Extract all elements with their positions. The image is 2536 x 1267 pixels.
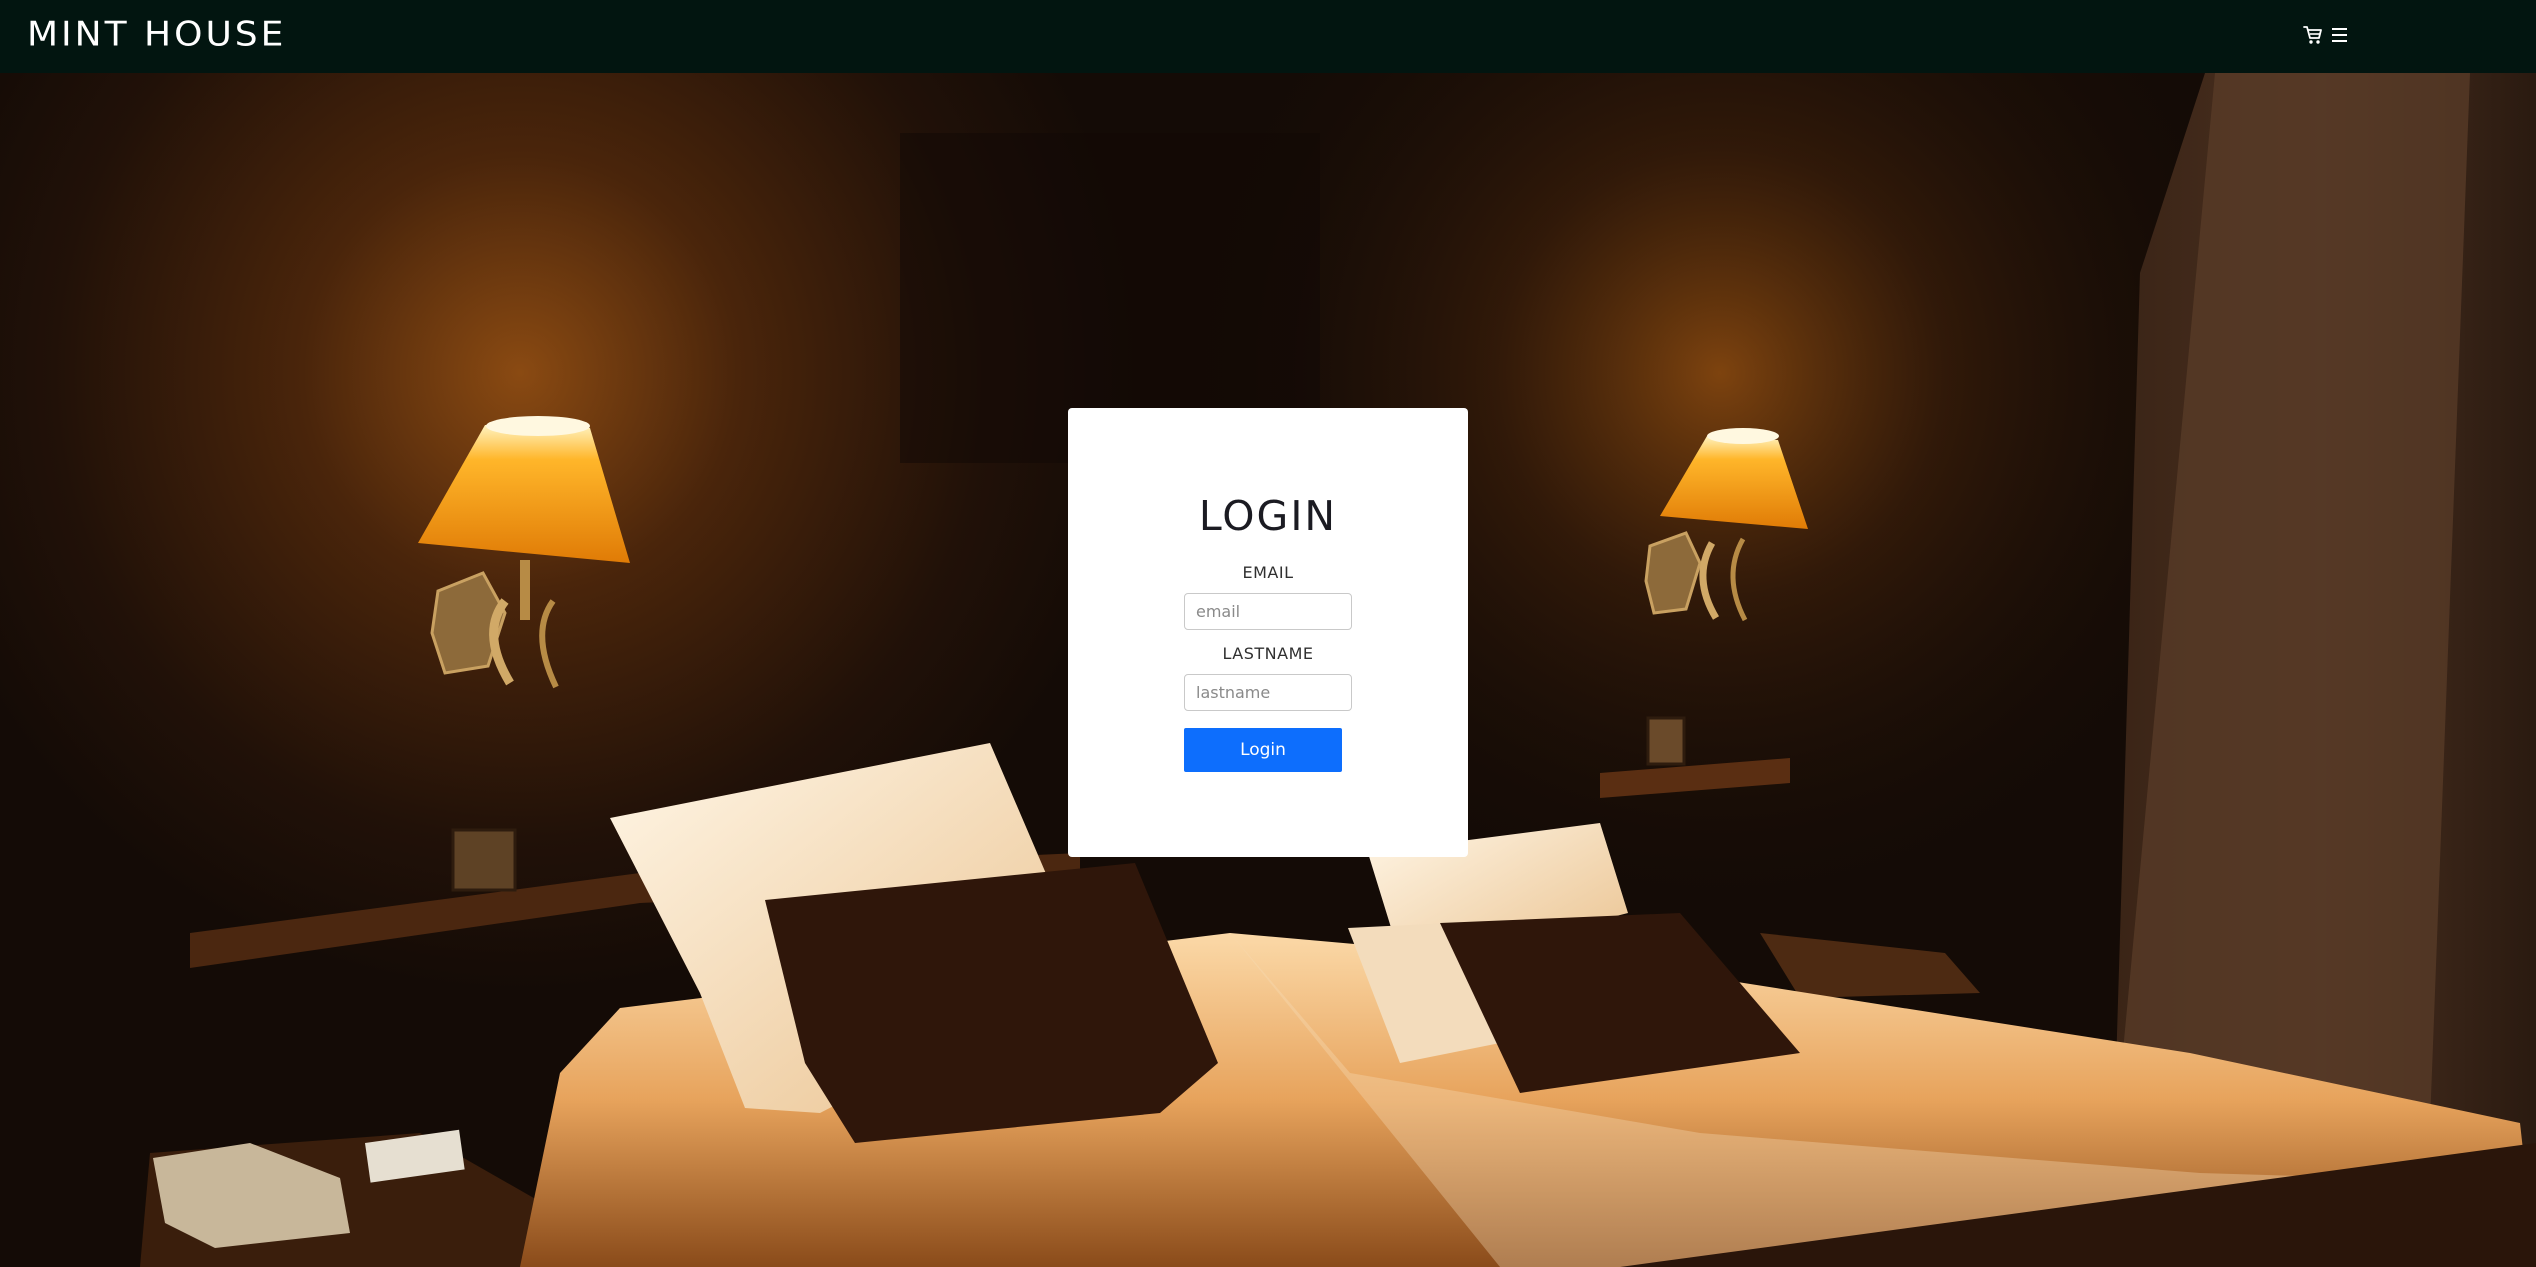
email-field[interactable] bbox=[1184, 593, 1352, 630]
email-label: EMAIL bbox=[1242, 563, 1294, 582]
lastname-label: LASTNAME bbox=[1222, 644, 1314, 663]
login-card: LOGIN EMAIL LASTNAME Login bbox=[1068, 408, 1468, 857]
login-title: LOGIN bbox=[1198, 492, 1338, 540]
top-navbar: MINT HOUSE bbox=[0, 0, 2536, 73]
cart-icon[interactable] bbox=[2303, 24, 2323, 46]
lastname-field[interactable] bbox=[1184, 674, 1352, 711]
brand-logo[interactable]: MINT HOUSE bbox=[27, 13, 286, 56]
login-button[interactable]: Login bbox=[1184, 728, 1342, 772]
hamburger-menu-icon[interactable] bbox=[2329, 24, 2349, 46]
nav-icons bbox=[2303, 24, 2349, 46]
